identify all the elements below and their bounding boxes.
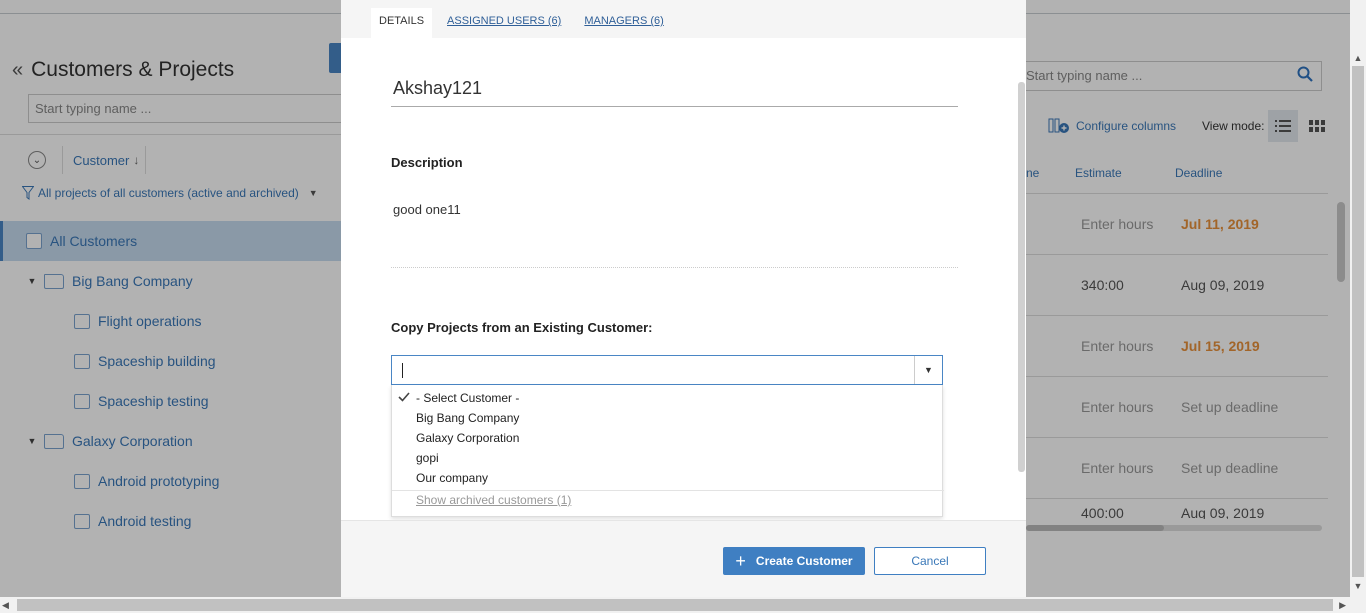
- dialog-tabs: DETAILS ASSIGNED USERS (6) MANAGERS (6): [371, 8, 679, 38]
- create-customer-dialog: DETAILS ASSIGNED USERS (6) MANAGERS (6) …: [341, 0, 1026, 597]
- description-label: Description: [391, 155, 463, 170]
- select-option[interactable]: gopi: [416, 451, 439, 465]
- select-option[interactable]: Galaxy Corporation: [416, 431, 519, 445]
- tab-managers[interactable]: MANAGERS (6): [576, 8, 671, 38]
- select-option[interactable]: - Select Customer -: [416, 391, 519, 405]
- scroll-left-icon[interactable]: ◀: [2, 597, 9, 613]
- tab-assigned-users[interactable]: ASSIGNED USERS (6): [439, 8, 569, 38]
- scroll-right-icon[interactable]: ▶: [1339, 597, 1346, 613]
- dropdown-toggle[interactable]: ▼: [914, 356, 942, 384]
- select-option[interactable]: Our company: [416, 471, 488, 485]
- window-vertical-scrollbar[interactable]: ▲ ▼: [1350, 0, 1366, 597]
- divider: [392, 490, 944, 491]
- tab-details[interactable]: DETAILS: [371, 8, 433, 38]
- customer-name-input[interactable]: Akshay121: [391, 78, 958, 107]
- show-archived-link[interactable]: Show archived customers (1): [416, 493, 571, 507]
- customer-options-list: - Select Customer - Big Bang Company Galax…: [391, 385, 944, 517]
- text-cursor: [402, 363, 403, 378]
- divider: [391, 267, 958, 268]
- copy-projects-label: Copy Projects from an Existing Customer:: [391, 320, 653, 335]
- scroll-down-icon[interactable]: ▼: [1350, 578, 1366, 594]
- cancel-button[interactable]: Cancel: [874, 547, 986, 575]
- create-customer-label: Create Customer: [755, 554, 853, 568]
- select-option[interactable]: Big Bang Company: [416, 411, 519, 425]
- scrollbar-thumb[interactable]: [17, 599, 1333, 611]
- scrollbar-thumb[interactable]: [1352, 66, 1364, 577]
- dialog-scrollbar[interactable]: [1018, 82, 1025, 472]
- chevron-down-icon: ▼: [924, 365, 933, 375]
- dialog-footer: + Create Customer Cancel: [341, 520, 1026, 597]
- window-horizontal-scrollbar[interactable]: ◀ ▶: [0, 597, 1366, 613]
- dialog-body: Akshay121 Description good one11 Copy Pr…: [341, 38, 1026, 520]
- customer-select[interactable]: ▼: [391, 355, 943, 385]
- check-icon: [398, 392, 410, 402]
- description-input[interactable]: good one11: [393, 202, 461, 217]
- scroll-up-icon[interactable]: ▲: [1350, 50, 1366, 66]
- create-customer-button[interactable]: + Create Customer: [723, 547, 865, 575]
- plus-icon: +: [735, 551, 746, 571]
